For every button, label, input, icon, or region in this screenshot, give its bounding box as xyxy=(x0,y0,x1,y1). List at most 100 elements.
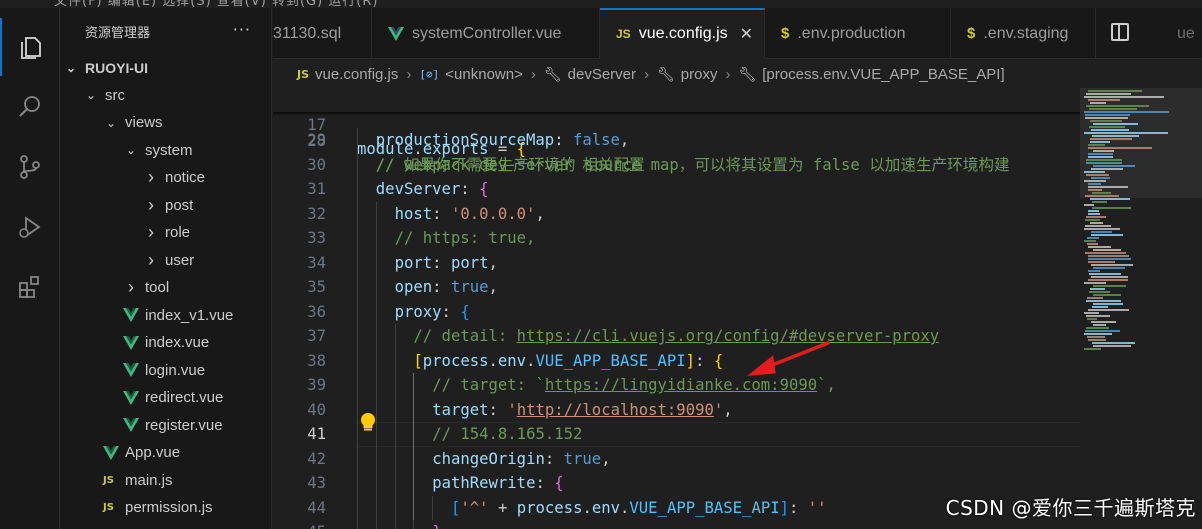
minimap-line xyxy=(1087,318,1097,320)
minimap-line xyxy=(1085,117,1128,119)
tab-systemcontroller-vue[interactable]: systemController.vue xyxy=(372,8,600,59)
minimap[interactable] xyxy=(1080,88,1202,529)
indent-guide xyxy=(357,201,358,226)
code-line: 40 target: 'http://localhost:9090', xyxy=(273,397,1080,422)
tree-item[interactable]: › user xyxy=(61,247,271,275)
tree-item-label: login.vue xyxy=(145,361,206,379)
vue-file-icon xyxy=(103,445,119,460)
minimap-line xyxy=(1085,114,1130,116)
chevron-right-icon: › xyxy=(406,65,412,83)
tab-env-production[interactable]: $ .env.production xyxy=(765,8,951,59)
minimap-line xyxy=(1085,225,1111,227)
menu-bar-text[interactable]: 文件(F) 编辑(E) 选择(S) 查看(V) 转到(G) 运行(R) xyxy=(54,0,378,8)
code-text: // target: `https://lingyidianke.com:909… xyxy=(432,376,836,394)
tree-item[interactable]: ⌄ system xyxy=(61,137,271,165)
search-activity-button[interactable] xyxy=(0,78,60,136)
tree-item[interactable]: register.vue xyxy=(61,412,271,440)
tree-item-label: post xyxy=(165,196,194,214)
tree-item[interactable]: › tool xyxy=(61,274,271,302)
code-text: target: 'http://localhost:9090', xyxy=(432,400,733,419)
tree-item[interactable]: redirect.vue xyxy=(61,384,271,412)
tree-item[interactable]: JS main.js xyxy=(61,467,271,495)
minimap-line xyxy=(1085,252,1126,254)
code-text: pathRewrite: { xyxy=(432,474,564,492)
source-control-activity-button[interactable] xyxy=(0,138,60,196)
minimap-line xyxy=(1087,297,1103,299)
explorer-activity-button[interactable] xyxy=(0,18,60,76)
tree-item[interactable]: ⌄ src xyxy=(61,82,271,110)
indent-guide xyxy=(357,152,358,177)
indent-guide xyxy=(357,373,358,398)
sticky-scroll-line[interactable]: 17 module.exports = { xyxy=(273,88,1080,158)
minimap-line xyxy=(1091,321,1116,323)
indent-guide xyxy=(357,275,358,300)
tree-item[interactable]: JS permission.js xyxy=(61,494,271,522)
run-debug-activity-button[interactable] xyxy=(0,198,60,256)
indent-guide xyxy=(413,471,415,496)
lightbulb-icon[interactable] xyxy=(361,413,375,431)
minimap-line xyxy=(1091,177,1110,179)
minimap-line xyxy=(1087,237,1099,239)
tab-env-staging[interactable]: $ .env.staging xyxy=(951,8,1096,59)
minimap-line xyxy=(1093,345,1131,347)
line-number: 30 xyxy=(307,155,326,174)
minimap-line xyxy=(1093,324,1106,326)
tab-31130-sql[interactable]: 31130.sql xyxy=(273,8,372,59)
more-actions-icon[interactable]: ··· xyxy=(233,20,251,39)
code-text: ['^' + process.env.VUE_APP_BASE_API]: '' xyxy=(451,498,827,517)
breadcrumb: JS vue.config.js › [⊘] <unknown> › 🔧︎ de… xyxy=(273,60,1202,88)
tree-item[interactable]: index_v1.vue xyxy=(61,302,271,330)
indent-guide xyxy=(394,324,396,349)
tree-item[interactable]: App.vue xyxy=(61,439,271,467)
minimap-line xyxy=(1084,111,1169,113)
tree-item[interactable]: login.vue xyxy=(61,357,271,385)
wrench-icon: 🔧︎ xyxy=(738,65,757,82)
search-icon xyxy=(19,96,40,117)
breadcrumb-devserver[interactable]: devServer xyxy=(568,66,636,83)
tree-item-label: register.vue xyxy=(145,416,223,434)
vue-file-icon xyxy=(123,390,139,405)
breadcrumb-key[interactable]: [process.env.VUE_APP_BASE_API] xyxy=(762,66,1004,83)
minimap-line xyxy=(1085,330,1120,332)
code-editor[interactable]: 28 // 如果你不需要生产环境的 source map，可以将其设置为 fal… xyxy=(273,88,1080,529)
split-editor-icon[interactable] xyxy=(1111,23,1129,41)
minimap-line xyxy=(1088,261,1115,263)
breadcrumb-file[interactable]: vue.config.js xyxy=(315,66,398,83)
minimap-line xyxy=(1084,282,1106,284)
tree-item-label: redirect.vue xyxy=(145,389,224,407)
minimap-line xyxy=(1088,255,1129,257)
minimap-line xyxy=(1091,234,1123,236)
minimap-line xyxy=(1084,204,1094,206)
line-number: 37 xyxy=(307,327,326,345)
tree-item[interactable]: › post xyxy=(61,192,271,220)
tab-vue-config-js[interactable]: JS vue.config.js ✕ xyxy=(600,8,765,59)
line-number: 36 xyxy=(307,302,326,321)
minimap-line xyxy=(1084,333,1112,335)
indent-guide xyxy=(432,495,434,520)
code-line: 41 // 154.8.165.152 xyxy=(273,422,1080,447)
explorer-sidebar: 资源管理器 ··· ⌄ RUOYI-UI ⌄ src ⌄ views ⌄ system › n… xyxy=(61,8,272,529)
project-root[interactable]: ⌄ RUOYI-UI xyxy=(61,54,271,82)
minimap-line xyxy=(1088,258,1131,260)
minimap-line xyxy=(1092,201,1107,203)
tree-item[interactable]: › notice xyxy=(61,164,271,192)
breadcrumb-proxy[interactable]: proxy xyxy=(681,66,718,83)
tree-item[interactable]: index.vue xyxy=(61,329,271,357)
close-icon[interactable]: ✕ xyxy=(740,24,753,44)
indent-guide xyxy=(357,471,358,496)
minimap-line xyxy=(1091,129,1129,131)
indent-guide xyxy=(394,422,396,447)
tree-item[interactable]: › role xyxy=(61,219,271,247)
tree-item-label: main.js xyxy=(125,471,173,489)
tab-overflow[interactable]: ue xyxy=(1175,8,1202,59)
code-line: 37 // detail: https://cli.vuejs.org/confi… xyxy=(273,324,1080,349)
minimap-line xyxy=(1088,309,1129,311)
tree-item-label: App.vue xyxy=(125,444,181,462)
code-line: 38 [process.env.VUE_APP_BASE_API]: { xyxy=(273,348,1080,373)
code-text: // webpack-dev-server 相关配置 xyxy=(375,155,645,174)
tree-item[interactable]: ⌄ views xyxy=(61,109,271,137)
minimap-line xyxy=(1092,135,1139,137)
extensions-activity-button[interactable] xyxy=(0,258,60,316)
breadcrumb-unknown[interactable]: <unknown> xyxy=(445,66,523,83)
indent-guide xyxy=(413,446,415,471)
